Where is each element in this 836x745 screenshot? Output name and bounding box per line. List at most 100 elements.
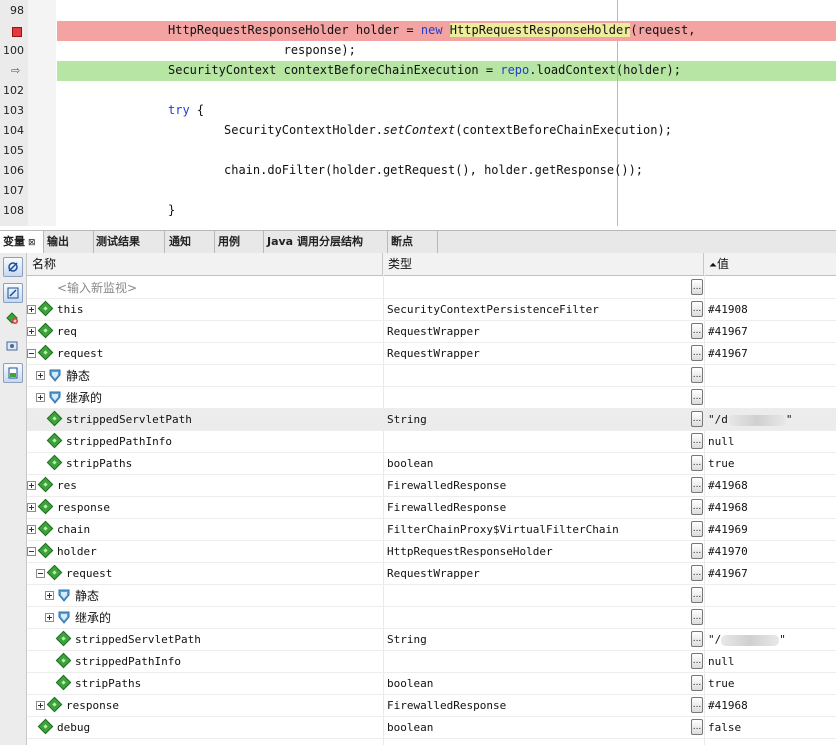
edit-value-button[interactable]: ... — [691, 653, 703, 669]
code-line-104[interactable]: SecurityContextHolder.setContext(context… — [224, 123, 672, 137]
tab-usages[interactable]: 用例 — [215, 231, 264, 253]
table-row[interactable]: debug boolean... false — [27, 717, 836, 739]
table-row[interactable]: 静态... — [27, 585, 836, 607]
variable-value[interactable]: #41908 — [708, 299, 748, 321]
table-row[interactable]: this SecurityContextPersistenceFilter... #… — [27, 299, 836, 321]
edit-value-button[interactable]: ... — [691, 433, 703, 449]
edit-value-button[interactable]: ... — [691, 675, 703, 691]
expand-node-icon[interactable] — [27, 525, 36, 534]
expand-node-icon[interactable] — [45, 591, 54, 600]
edit-value-button[interactable]: ... — [691, 565, 703, 581]
tab-breakpoints[interactable]: 断点 — [388, 231, 438, 253]
edit-value-button[interactable]: ... — [691, 719, 703, 735]
table-row[interactable]: strippedPathInfo... null — [27, 651, 836, 673]
expand-node-icon[interactable] — [36, 701, 45, 710]
table-row[interactable]: 静态... — [27, 365, 836, 387]
table-row[interactable]: request RequestWrapper... #41967 — [27, 563, 836, 585]
expand-node-icon[interactable] — [36, 393, 45, 402]
tab-notifications[interactable]: 通知 — [166, 231, 215, 253]
table-row[interactable]: 继承的... — [27, 387, 836, 409]
expand-node-icon[interactable] — [27, 305, 36, 314]
camera-icon[interactable] — [3, 337, 21, 355]
variable-value[interactable]: #41969 — [708, 519, 748, 541]
code-line-108[interactable]: } — [168, 203, 175, 217]
expand-node-icon[interactable] — [36, 371, 45, 380]
edit-value-button[interactable]: ... — [691, 301, 703, 317]
variable-value[interactable]: #41968 — [708, 475, 748, 497]
variable-value[interactable]: "/ " — [708, 629, 786, 651]
tab-call-hierarchy[interactable]: Java 调用分层结构 — [264, 231, 388, 253]
variables-table[interactable]: 名称 类型 ⏶值 <输入新监视>... this SecurityContextPe… — [27, 253, 836, 745]
collapse-node-icon[interactable] — [27, 349, 36, 358]
edit-value-button[interactable]: ... — [691, 345, 703, 361]
variable-value[interactable]: #41968 — [708, 497, 748, 519]
table-row[interactable]: stripPaths boolean... true — [27, 673, 836, 695]
column-header-value[interactable]: ⏶值 — [704, 253, 836, 275]
table-row[interactable]: holder HttpRequestResponseHolder... #41970 — [27, 541, 836, 563]
table-row[interactable]: response FirewalledResponse... #41968 — [27, 497, 836, 519]
edit-value-button[interactable]: ... — [691, 477, 703, 493]
variable-value[interactable]: null — [708, 651, 735, 673]
table-row[interactable]: req RequestWrapper... #41967 — [27, 321, 836, 343]
expand-node-icon[interactable] — [45, 613, 54, 622]
variable-value[interactable]: null — [708, 431, 735, 453]
edit-value-button[interactable]: ... — [691, 543, 703, 559]
variable-value[interactable]: "/d " — [708, 409, 793, 431]
collapse-node-icon[interactable] — [27, 547, 36, 556]
expand-node-icon[interactable] — [27, 327, 36, 336]
edit-value-button[interactable]: ... — [691, 697, 703, 713]
add-watch-icon[interactable] — [3, 309, 21, 327]
variable-value[interactable]: #41968 — [708, 695, 748, 717]
variable-icon — [37, 718, 54, 735]
breakpoint-icon[interactable] — [12, 27, 22, 37]
edit-value-button[interactable]: ... — [691, 323, 703, 339]
table-row[interactable]: strippedServletPath String... "/ " — [27, 629, 836, 651]
table-row[interactable]: stripPaths boolean... true — [27, 453, 836, 475]
code-line-101[interactable]: SecurityContext contextBeforeChainExecut… — [168, 63, 681, 77]
edit-value-button[interactable]: ... — [691, 279, 703, 295]
table-row[interactable]: strippedPathInfo... null — [27, 431, 836, 453]
watch-step-icon[interactable] — [3, 283, 23, 303]
table-row[interactable]: response FirewalledResponse... #41968 — [27, 695, 836, 717]
edit-value-button[interactable]: ... — [691, 587, 703, 603]
tab-variables[interactable]: 变量 ⊠ — [0, 231, 44, 253]
code-line-106[interactable]: chain.doFilter(holder.getRequest(), hold… — [224, 163, 643, 177]
code-editor[interactable]: 98 100 ⇨ 102 103 104 105 106 107 108 Htt… — [0, 0, 836, 226]
expand-node-icon[interactable] — [27, 503, 36, 512]
edit-value-button[interactable]: ... — [691, 499, 703, 515]
table-row[interactable]: request RequestWrapper... #41967 — [27, 343, 836, 365]
variable-value[interactable]: #41967 — [708, 343, 748, 365]
variable-value[interactable]: #41967 — [708, 563, 748, 585]
code-line-103[interactable]: try { — [168, 103, 204, 117]
edit-value-button[interactable]: ... — [691, 411, 703, 427]
tab-output[interactable]: 输出 — [44, 231, 94, 253]
table-row[interactable]: 继承的... — [27, 607, 836, 629]
edit-value-button[interactable]: ... — [691, 521, 703, 537]
expand-node-icon[interactable] — [27, 481, 36, 490]
column-header-name[interactable]: 名称 — [27, 253, 383, 275]
variable-value[interactable]: #41967 — [708, 321, 748, 343]
table-row[interactable]: res FirewalledResponse... #41968 — [27, 475, 836, 497]
code-line-99[interactable]: HttpRequestResponseHolder holder = new H… — [168, 23, 695, 37]
show-static-icon[interactable] — [3, 363, 23, 383]
variable-value[interactable]: false — [708, 717, 741, 739]
variable-name: 静态 — [66, 369, 91, 383]
code-line-100[interactable]: response); — [168, 43, 356, 57]
edit-value-button[interactable]: ... — [691, 631, 703, 647]
variable-value[interactable]: true — [708, 453, 735, 475]
table-row[interactable]: strippedServletPath String... "/d " — [27, 409, 836, 431]
column-header-type[interactable]: 类型 — [383, 253, 704, 275]
new-watch-input[interactable]: <输入新监视> — [57, 277, 137, 299]
tab-test-results[interactable]: 测试结果 — [93, 231, 165, 253]
variable-value[interactable]: true — [708, 673, 735, 695]
edit-value-button[interactable]: ... — [691, 367, 703, 383]
watch-icon[interactable] — [3, 257, 23, 277]
variable-value[interactable]: #41970 — [708, 541, 748, 563]
edit-value-button[interactable]: ... — [691, 389, 703, 405]
edit-value-button[interactable]: ... — [691, 455, 703, 471]
edit-value-button[interactable]: ... — [691, 609, 703, 625]
table-row[interactable]: <输入新监视>... — [27, 277, 836, 299]
close-tab-icon[interactable]: ⊠ — [28, 238, 36, 248]
table-row[interactable]: chain FilterChainProxy$VirtualFilterChain… — [27, 519, 836, 541]
collapse-node-icon[interactable] — [36, 569, 45, 578]
